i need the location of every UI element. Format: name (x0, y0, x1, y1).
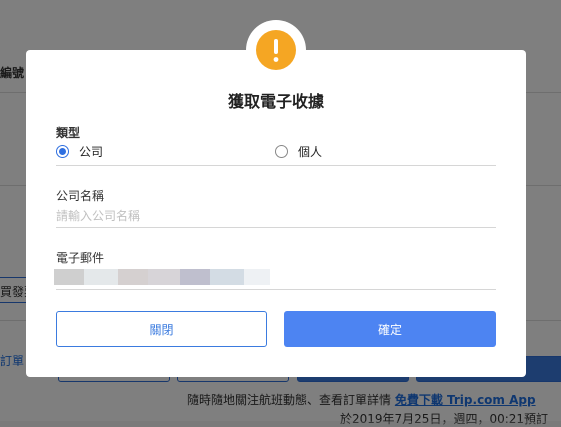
radio-personal-circle[interactable] (275, 145, 288, 158)
type-label: 類型 (56, 126, 81, 140)
company-name-input[interactable] (56, 207, 496, 225)
radio-personal[interactable]: 個人 (275, 143, 322, 160)
divider (56, 289, 496, 290)
divider (56, 165, 496, 166)
email-label: 電子郵件 (56, 251, 105, 265)
close-button[interactable]: 關閉 (56, 311, 267, 347)
radio-personal-label: 個人 (298, 145, 323, 159)
confirm-button[interactable]: 確定 (284, 311, 496, 347)
divider (56, 227, 496, 228)
alert-badge (246, 20, 306, 80)
type-radio-group: 公司 個人 (56, 143, 496, 161)
exclamation-icon-glyph (273, 39, 279, 62)
radio-company[interactable]: 公司 (56, 143, 103, 160)
modal-title: 獲取電子收據 (227, 92, 324, 111)
receipt-modal: 獲取電子收據 類型 公司 個人 公司名稱 電子郵件 關閉 確定 (26, 50, 526, 377)
email-value-redacted[interactable] (54, 269, 270, 285)
exclamation-icon (256, 30, 296, 70)
radio-company-label: 公司 (79, 145, 104, 159)
radio-company-circle[interactable] (56, 145, 69, 158)
company-name-label: 公司名稱 (56, 189, 105, 203)
